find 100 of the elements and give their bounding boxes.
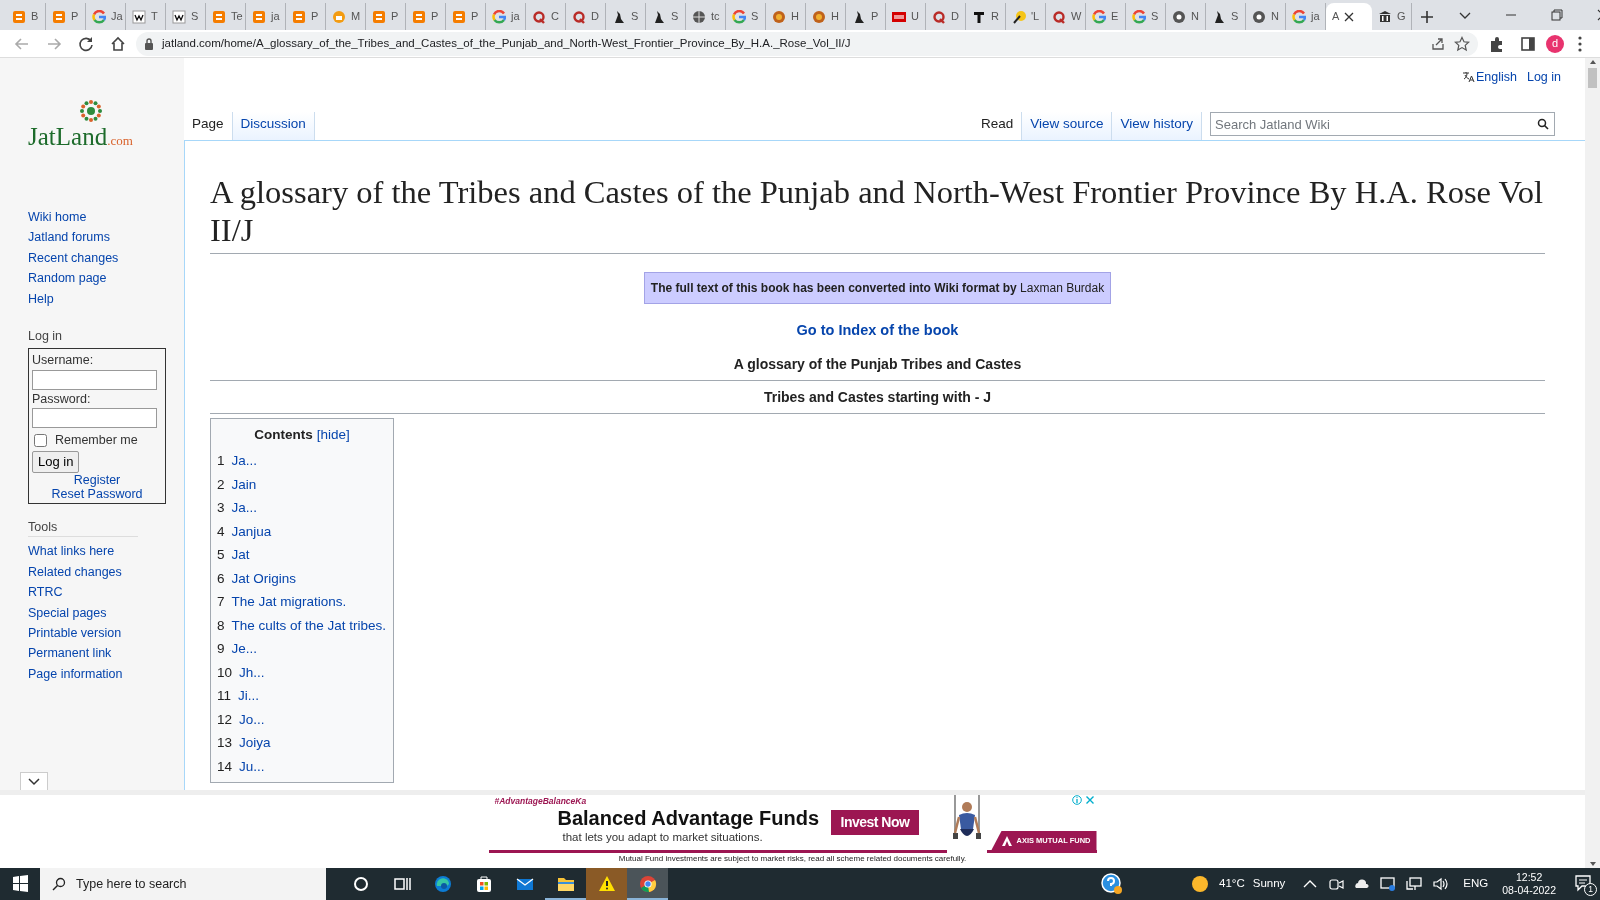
browser-tab[interactable]: P: [446, 3, 486, 30]
browser-tab[interactable]: D: [926, 3, 966, 30]
toc-link[interactable]: Jat: [231, 547, 250, 563]
toc-link[interactable]: Je...: [231, 641, 258, 657]
login-button[interactable]: Log in: [32, 451, 80, 473]
browser-tab[interactable]: S: [606, 3, 646, 30]
browser-tab[interactable]: P: [406, 3, 446, 30]
taskbar-search[interactable]: Type here to search: [40, 868, 326, 900]
toc-link[interactable]: Janjua: [231, 523, 272, 539]
sidebar-link[interactable]: Wiki home: [28, 207, 184, 228]
sidebar-link[interactable]: Page information: [28, 663, 184, 685]
username-field[interactable]: [32, 369, 157, 390]
browser-tab[interactable]: tc: [686, 3, 726, 30]
page-tab[interactable]: Discussion: [232, 112, 315, 140]
clock[interactable]: 12:52 08-04-2022: [1502, 871, 1556, 897]
address-bar[interactable]: jatland.com/home/A_glossary_of_the_Tribes_and_Castes_of_the_Punjab_and_North-West_Frontier_Province_By_H.A._Rose_Vol_II/J: [136, 31, 1478, 56]
browser-tab[interactable]: U: [886, 3, 926, 30]
scrollbar[interactable]: [1585, 58, 1600, 868]
browser-tab[interactable]: G: [1372, 3, 1412, 30]
browser-tab[interactable]: N: [1166, 3, 1206, 30]
expand-button[interactable]: [20, 772, 48, 790]
toc-link[interactable]: Ji...: [238, 688, 260, 704]
browser-tab[interactable]: P: [46, 3, 86, 30]
browser-tab[interactable]: ja: [486, 3, 526, 30]
language-indicator[interactable]: ENG: [1463, 875, 1489, 893]
toc-link[interactable]: Jain: [231, 476, 257, 492]
weather-temperature[interactable]: 41°C: [1219, 875, 1245, 893]
browser-tab[interactable]: P: [366, 3, 406, 30]
search-field[interactable]: Search Jatland Wiki: [1210, 112, 1555, 136]
toc-link[interactable]: Ja...: [231, 453, 258, 469]
login-link[interactable]: Register: [73, 472, 121, 487]
browser-tab[interactable]: Te: [206, 3, 246, 30]
sidebar-link[interactable]: Special pages: [28, 602, 184, 623]
sidebar-link[interactable]: What links here: [28, 541, 184, 562]
browser-tab[interactable]: ja: [246, 3, 286, 30]
toc-link[interactable]: Jo...: [239, 711, 265, 727]
toc-link[interactable]: Ja...: [231, 500, 258, 516]
browser-tab[interactable]: B: [6, 3, 46, 30]
sidebar-link[interactable]: Random page: [28, 268, 184, 289]
browser-tab[interactable]: Ja: [86, 3, 126, 30]
browser-tab[interactable]: W: [1046, 3, 1086, 30]
index-link[interactable]: Go to Index of the book: [796, 322, 959, 338]
invest-button[interactable]: Invest Now: [830, 810, 920, 835]
browser-tab[interactable]: S: [726, 3, 766, 30]
ad-disclaimer: Mutual Fund investments are subject to market risks, read all scheme related documents carefully.: [618, 853, 967, 865]
toc-link[interactable]: Jat Origins: [231, 570, 297, 586]
volume-icon[interactable]: [1431, 875, 1450, 893]
help-icon[interactable]: [1101, 873, 1124, 895]
scroll-thumb[interactable]: [1588, 68, 1597, 88]
browser-tab[interactable]: S: [166, 3, 206, 30]
author-link[interactable]: Laxman Burdak: [1020, 281, 1105, 295]
browser-tab[interactable]: H: [806, 3, 846, 30]
personal-link[interactable]: English: [1475, 68, 1517, 87]
browser-tab[interactable]: C: [526, 3, 566, 30]
remember-checkbox[interactable]: [34, 434, 47, 448]
toc-link[interactable]: Joiya: [239, 735, 271, 751]
browser-tab[interactable]: S: [1206, 3, 1246, 30]
sidebar-link[interactable]: Printable version: [28, 622, 184, 644]
browser-tab[interactable]: R: [966, 3, 1006, 30]
view-tab[interactable]: View history: [1112, 112, 1202, 140]
toc-link[interactable]: Jh...: [239, 664, 265, 680]
sidebar-link[interactable]: Help: [28, 288, 184, 310]
display-icon[interactable]: [1379, 875, 1398, 893]
browser-tab[interactable]: T: [126, 3, 166, 30]
site-logo[interactable]: JatLand.com: [28, 124, 133, 149]
browser-tab[interactable]: S: [646, 3, 686, 30]
close-icon[interactable]: [1344, 11, 1355, 22]
browser-tab[interactable]: D: [566, 3, 606, 30]
browser-tab[interactable]: H: [766, 3, 806, 30]
browser-tab[interactable]: N: [1246, 3, 1286, 30]
browser-tab[interactable]: P: [286, 3, 326, 30]
toc-link[interactable]: The cults of the Jat tribes.: [231, 617, 387, 633]
login-link[interactable]: Reset Password: [51, 486, 143, 501]
network-icon[interactable]: [1405, 875, 1424, 893]
browser-tab[interactable]: S: [1126, 3, 1166, 30]
site-icon: [1172, 9, 1186, 24]
sidebar-link[interactable]: Recent changes: [28, 247, 184, 269]
sidebar-link[interactable]: RTRC: [28, 582, 184, 603]
star-icon[interactable]: [1454, 35, 1470, 52]
view-tab[interactable]: View source: [1022, 112, 1113, 140]
toc-link[interactable]: Ju...: [239, 758, 265, 774]
hide-toggle[interactable]: [hide]: [316, 427, 350, 442]
browser-tab[interactable]: 'L: [1006, 3, 1046, 30]
notification-button[interactable]: 1: [1570, 868, 1600, 900]
browser-tab[interactable]: A: [1326, 3, 1372, 30]
sidebar-link[interactable]: Related changes: [28, 561, 184, 583]
sun-icon[interactable]: [1191, 875, 1210, 893]
share-icon[interactable]: [1430, 35, 1446, 52]
profile-avatar[interactable]: d: [1546, 34, 1564, 53]
browser-tab[interactable]: E: [1086, 3, 1126, 30]
password-field[interactable]: [32, 408, 157, 429]
weather-condition[interactable]: Sunny: [1252, 875, 1286, 893]
toc-link[interactable]: The Jat migrations.: [231, 594, 347, 610]
search-icon[interactable]: [1537, 118, 1549, 130]
sidebar-link[interactable]: Permanent link: [28, 643, 184, 664]
personal-link[interactable]: Log in: [1526, 68, 1561, 87]
sidebar-link[interactable]: Jatland forums: [28, 227, 184, 248]
browser-tab[interactable]: M: [326, 3, 366, 30]
chrome-icon: [637, 874, 658, 894]
browser-tab[interactable]: P: [846, 3, 886, 30]
